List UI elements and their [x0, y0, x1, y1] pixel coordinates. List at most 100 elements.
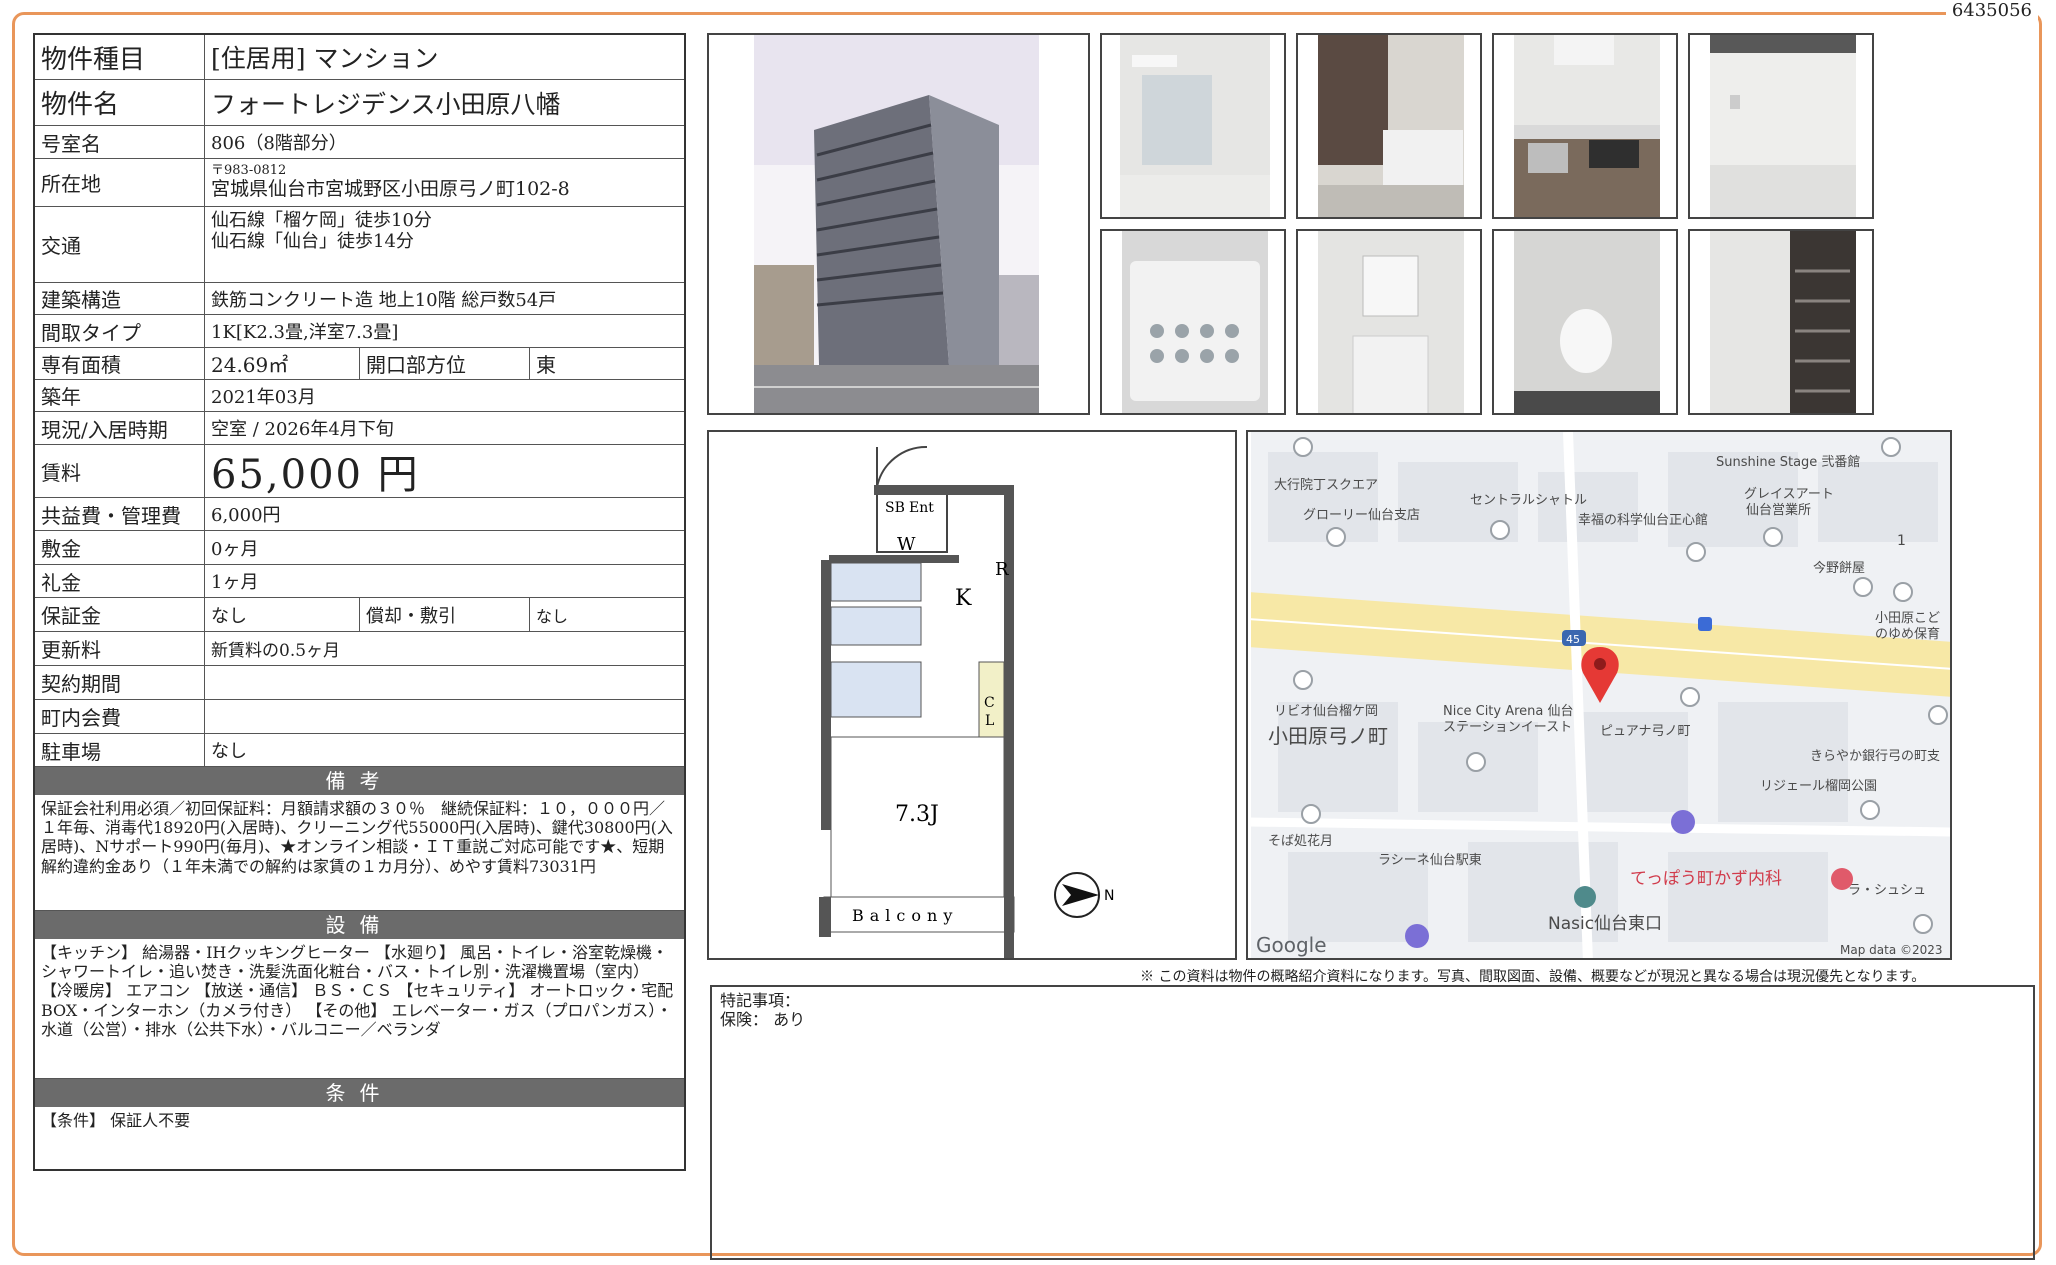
transport-line-1: 仙石線「榴ケ岡」徒歩10分 — [211, 210, 432, 231]
rent-value: 65,000 円 — [211, 452, 420, 498]
row-status: 現況/入居時期 空室 / 2026年4月下旬 — [35, 412, 684, 445]
room-photo-8 — [1688, 229, 1874, 415]
parking-value: なし — [211, 741, 247, 762]
parking-icon — [1671, 810, 1695, 834]
map-label-13: ステーションイースト — [1443, 720, 1572, 735]
bathroom-image — [1318, 35, 1464, 217]
bus-stop-icon — [1698, 617, 1712, 631]
row-contract: 契約期間 — [35, 666, 684, 700]
layout-value: 1K[K2.3畳,洋室7.3畳] — [211, 322, 399, 343]
town-value — [205, 700, 684, 733]
plan-label-ent: Ent — [909, 500, 934, 516]
compass-north: N — [1104, 888, 1114, 904]
address-value: 宮城県仙台市宮城野区小田原弓ノ町102-8 — [211, 178, 570, 201]
room-photo-3 — [1492, 33, 1678, 219]
amort-value: なし — [536, 606, 569, 626]
row-type: 物件種目 [住居用] マンション — [35, 35, 684, 80]
special-notes-label: 特記事項： — [720, 991, 801, 1010]
fee-label: 共益費・管理費 — [35, 498, 205, 530]
town-label: 町内会費 — [35, 700, 205, 733]
route-45-badge: 45 — [1566, 633, 1580, 646]
conditions-header: 条件 — [35, 1079, 684, 1107]
plan-label-room: 7.3J — [895, 802, 939, 827]
amort-label: 償却・敷引 — [360, 598, 530, 631]
deposit-label: 敷金 — [35, 531, 205, 564]
map-label-8: 小田原こど — [1875, 611, 1940, 626]
built-value: 2021年03月 — [211, 386, 316, 408]
map-poi-icon — [1293, 437, 1313, 457]
rent-label: 賃料 — [35, 445, 205, 497]
contract-value — [205, 666, 684, 699]
building-exterior-photo — [707, 33, 1090, 415]
map-label-9: のゆめ保育 — [1875, 626, 1940, 642]
transport-label: 交通 — [35, 207, 205, 282]
row-transport: 交通 仙石線「榴ケ岡」徒歩10分 仙石線「仙台」徒歩14分 — [35, 207, 684, 283]
type-label: 物件種目 — [35, 35, 205, 79]
map-label-7: 今野餅屋 — [1813, 560, 1865, 576]
washbasin-image — [1318, 231, 1464, 413]
zip-code: 〒983-0812 — [211, 163, 287, 179]
location-map: 大行院丁スクエア グローリー仙台支店 セントラルシャトル 幸福の科学仙台正心館 … — [1246, 430, 1952, 960]
direction-label: 開口部方位 — [360, 348, 530, 379]
room-photo-7 — [1492, 229, 1678, 415]
school-icon — [1574, 886, 1596, 908]
conditions-text: 【条件】 保証人不要 — [41, 1111, 191, 1130]
map-label-11: 小田原弓ノ町 — [1268, 724, 1388, 748]
map-data-credit: Map data ©2023 — [1840, 943, 1943, 957]
map-label-15: きらやか銀行弓の町支 — [1810, 749, 1940, 764]
contract-label: 契約期間 — [35, 666, 205, 699]
transport-line-2: 仙石線「仙台」徒歩14分 — [211, 230, 414, 252]
room-photo-4 — [1688, 33, 1874, 219]
built-label: 築年 — [35, 380, 205, 411]
document-id: 6435056 — [1945, 0, 2038, 21]
room-interior-image — [1710, 35, 1856, 217]
row-renewal: 更新料 新賃料の0.5ヶ月 — [35, 632, 684, 666]
parking-label: 駐車場 — [35, 734, 205, 766]
map-label-2: セントラルシャトル — [1470, 493, 1587, 508]
parking-icon-2 — [1405, 924, 1429, 948]
structure-label: 建築構造 — [35, 283, 205, 314]
row-name: 物件名 フォートレジデンス小田原八幡 — [35, 80, 684, 126]
map-label-25: 1 — [1897, 533, 1906, 549]
plan-label-w: W — [897, 534, 916, 555]
map-label-19: てっぽう町かず内科 — [1630, 869, 1782, 889]
remarks-text: 保証会社利用必須／初回保証料：月額請求額の３０％ 継続保証料：１０，０００円／１… — [35, 795, 684, 911]
layout-label: 間取タイプ — [35, 315, 205, 347]
map-label-20: ラ・シュシュ — [1848, 883, 1926, 898]
map-label-6: 仙台営業所 — [1746, 502, 1811, 518]
status-value: 空室 / 2026年4月下旬 — [211, 419, 394, 440]
row-town: 町内会費 — [35, 700, 684, 734]
renewal-value: 新賃料の0.5ヶ月 — [211, 641, 341, 661]
row-fee: 共益費・管理費 6,000円 — [35, 498, 684, 531]
room-photo-6 — [1296, 229, 1482, 415]
row-deposit: 敷金 0ヶ月 — [35, 531, 684, 565]
row-area: 専有面積 24.69㎡ 開口部方位 東 — [35, 348, 684, 380]
map-label-16: リジェール榴岡公園 — [1760, 779, 1877, 794]
map-google-logo: Google — [1256, 933, 1327, 957]
plan-label-c: C — [984, 695, 995, 711]
row-built: 築年 2021年03月 — [35, 380, 684, 412]
equipment-text: 【キッチン】 給湯器・IHクッキングヒーター 【水廻り】 風呂・トイレ・浴室乾燥… — [35, 939, 684, 1079]
direction-value: 東 — [536, 353, 556, 377]
map-label-5: グレイスアート — [1744, 487, 1834, 502]
row-rent: 賃料 65,000 円 — [35, 445, 684, 498]
floor-plan-drawing: SB Ent W R K C L 7.3J Balcony N — [819, 445, 1114, 958]
map-label-0: 大行院丁スクエア — [1274, 478, 1378, 493]
map-label-21: Nasic仙台東口 — [1548, 914, 1662, 934]
room-photo-1 — [1100, 33, 1286, 219]
control-panel-image — [1122, 231, 1268, 413]
deposit-value: 0ヶ月 — [211, 538, 259, 560]
row-key-money: 礼金 1ヶ月 — [35, 565, 684, 598]
floor-plan: SB Ent W R K C L 7.3J Balcony N — [707, 430, 1237, 960]
row-structure: 建築構造 鉄筋コンクリート造 地上10階 総戸数54戸 — [35, 283, 684, 315]
structure-value: 鉄筋コンクリート造 地上10階 総戸数54戸 — [211, 289, 557, 311]
room-label: 号室名 — [35, 126, 205, 158]
plan-label-r: R — [995, 559, 1009, 580]
fee-value: 6,000円 — [211, 505, 281, 526]
room-value: 806（8階部分） — [211, 133, 347, 154]
kitchen-image — [1514, 35, 1660, 217]
guarantee-value: なし — [205, 598, 360, 631]
name-label: 物件名 — [35, 80, 205, 125]
name-value: フォートレジデンス小田原八幡 — [211, 89, 561, 119]
plan-label-balcony: Balcony — [852, 906, 958, 925]
